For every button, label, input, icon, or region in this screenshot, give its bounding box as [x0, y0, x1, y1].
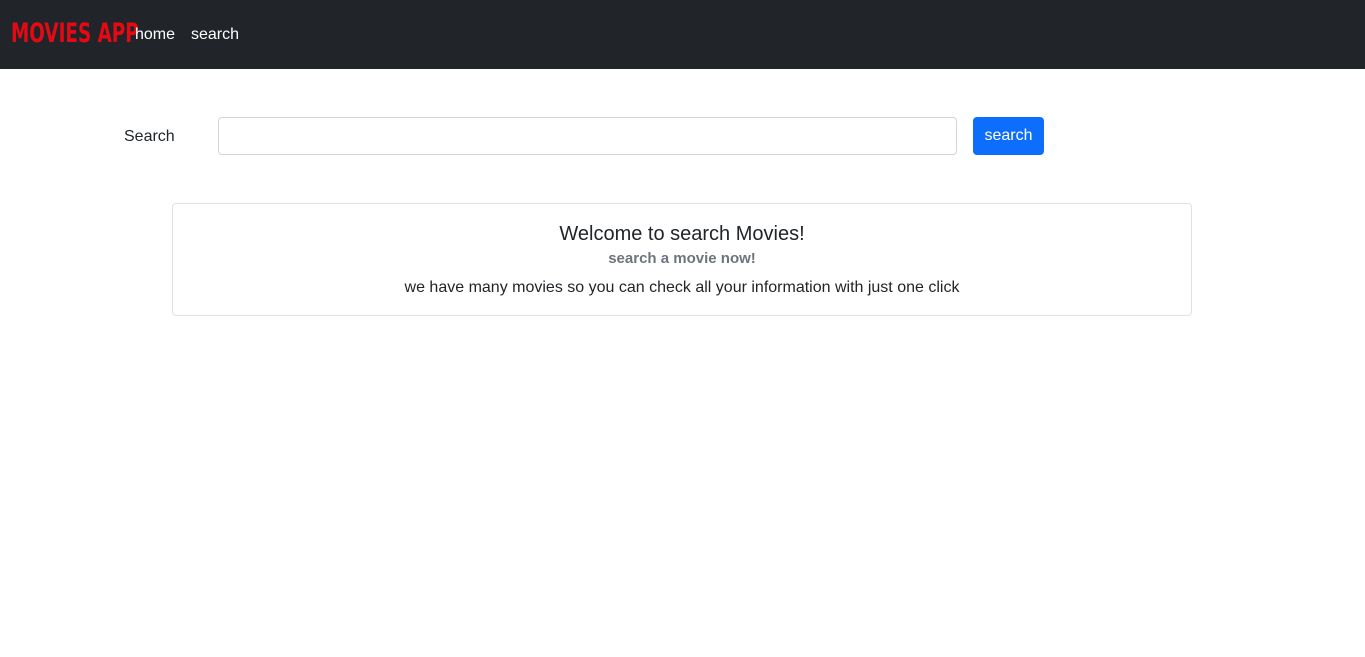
brand-logo[interactable]: MOVIES APP [11, 15, 139, 53]
card-subtitle: search a movie now! [608, 250, 756, 267]
nav-link-search[interactable]: search [191, 24, 239, 46]
search-label: Search [124, 128, 175, 145]
search-button[interactable]: search [973, 117, 1044, 155]
nav-link-home[interactable]: home [135, 24, 175, 46]
welcome-card: Welcome to search Movies! search a movie… [172, 203, 1192, 316]
card-text: we have many movies so you can check all… [404, 279, 960, 296]
card-title: Welcome to search Movies! [559, 223, 805, 245]
navbar: MOVIES APP home search [0, 0, 1365, 69]
search-input[interactable] [218, 117, 957, 155]
